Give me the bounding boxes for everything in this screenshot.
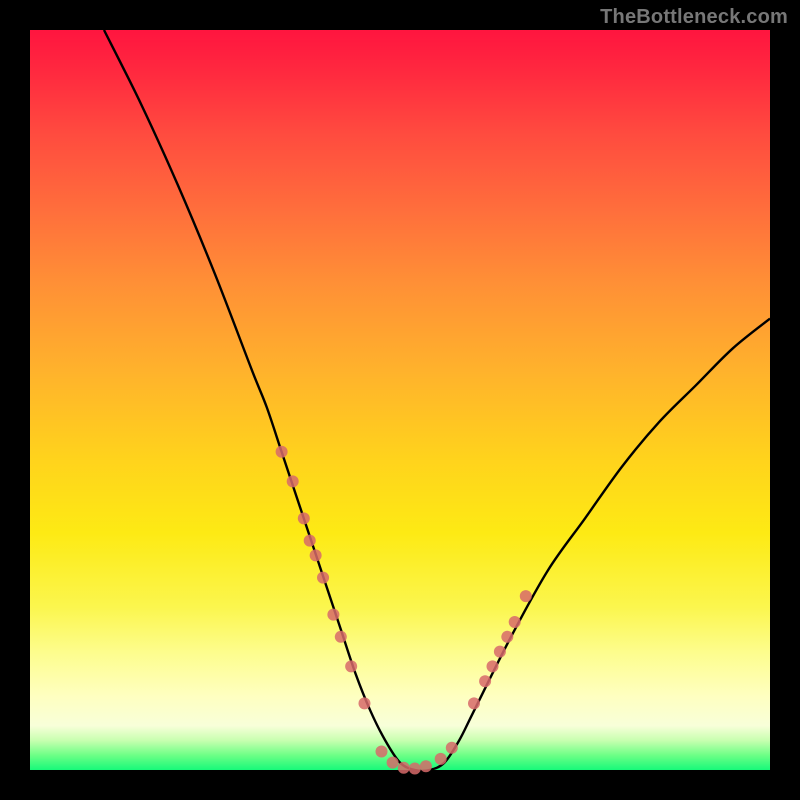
watermark-text: TheBottleneck.com [600,6,788,29]
bottleneck-curve [104,30,770,771]
data-point [468,697,480,709]
data-point [494,646,506,658]
data-point [487,660,499,672]
data-point [398,762,410,774]
data-point [310,549,322,561]
data-point [287,475,299,487]
data-point [409,763,421,775]
data-point [435,753,447,765]
plot-area [30,30,770,770]
data-point [520,590,532,602]
data-point [298,512,310,524]
data-point [345,660,357,672]
data-point [304,535,316,547]
data-point [335,631,347,643]
data-point [358,697,370,709]
data-point [276,446,288,458]
data-point [501,631,513,643]
data-point [479,675,491,687]
chart-frame: TheBottleneck.com [0,0,800,800]
data-point [446,742,458,754]
marker-layer [276,446,532,775]
chart-svg [30,30,770,770]
data-point [509,616,521,628]
data-point [387,757,399,769]
data-point [317,572,329,584]
curve-layer [104,30,770,771]
data-point [420,760,432,772]
data-point [376,746,388,758]
data-point [327,609,339,621]
